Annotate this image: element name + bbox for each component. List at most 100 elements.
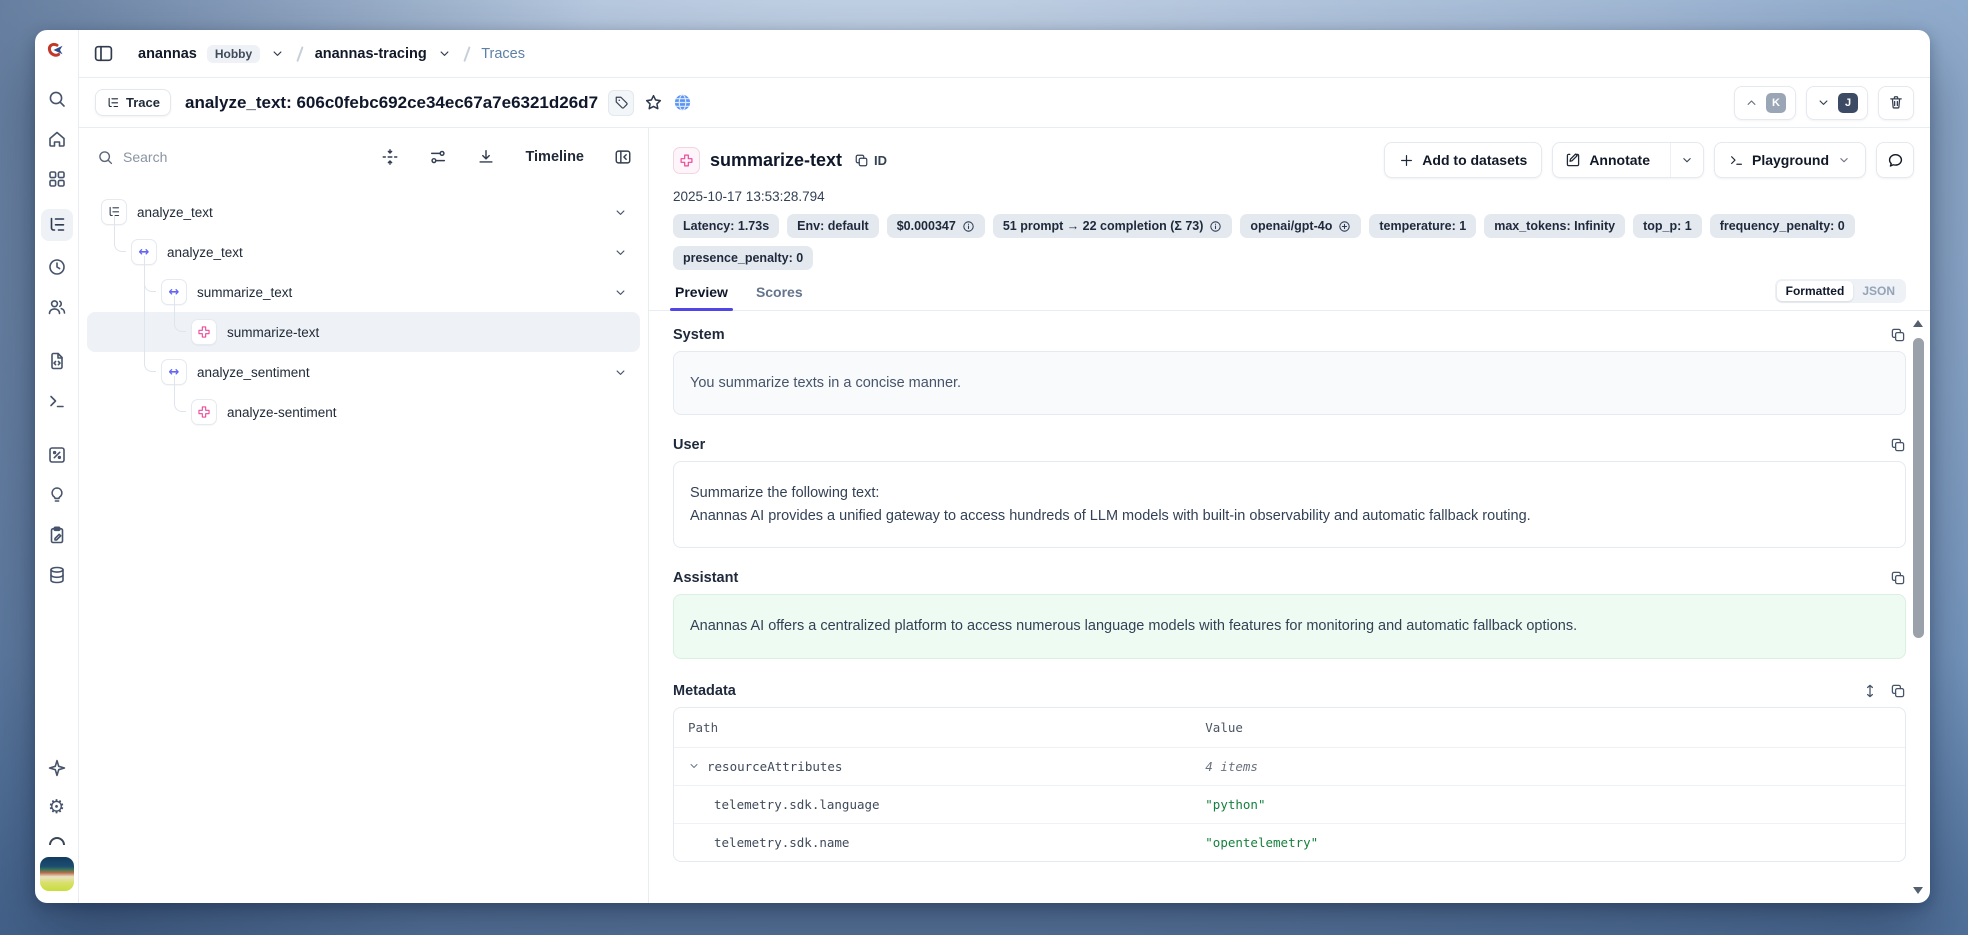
sessions-clock-icon[interactable] <box>47 257 67 277</box>
public-globe-icon[interactable] <box>673 93 692 112</box>
section-title: System <box>673 327 725 343</box>
user-message-box: Summarize the following text: Anannas AI… <box>673 461 1906 548</box>
main-area: anannas Hobby anannas-tracing Traces Tra… <box>79 30 1930 903</box>
user-avatar[interactable] <box>40 857 74 891</box>
model-badge[interactable]: openai/gpt-4o <box>1240 214 1361 238</box>
playground-terminal-icon[interactable] <box>47 391 67 411</box>
project-chevron-down-icon[interactable] <box>437 46 452 61</box>
copy-icon[interactable] <box>1890 570 1906 586</box>
tree-search[interactable] <box>97 149 351 166</box>
chevron-down-icon[interactable] <box>613 245 640 260</box>
tree-node-generation-selected[interactable]: summarize-text <box>87 312 640 352</box>
col-value-header: Value <box>1205 720 1243 735</box>
breadcrumb-project[interactable]: anannas-tracing <box>315 46 427 62</box>
download-icon[interactable] <box>477 148 495 166</box>
breadcrumb-divider <box>296 46 303 62</box>
chevron-down-icon[interactable] <box>613 285 640 300</box>
section-title: Assistant <box>673 570 738 586</box>
dashboard-grid-icon[interactable] <box>47 169 67 189</box>
chevron-down-icon[interactable] <box>613 365 640 380</box>
generation-icon <box>191 399 217 425</box>
add-to-datasets-button[interactable]: Add to datasets <box>1384 142 1542 178</box>
tree-node-label: analyze_sentiment <box>197 365 310 380</box>
tracing-tree-icon[interactable] <box>41 209 73 241</box>
copy-icon[interactable] <box>1890 437 1906 453</box>
cost-badge[interactable]: $0.000347 <box>887 214 985 238</box>
tree-node-span[interactable]: ↔ analyze_text <box>87 232 640 272</box>
format-formatted-option[interactable]: Formatted <box>1777 281 1854 301</box>
tab-preview[interactable]: Preview <box>673 276 730 310</box>
annotate-button[interactable]: Annotate <box>1553 143 1662 177</box>
span-icon: ↔ <box>161 279 187 305</box>
playground-button[interactable]: Playground <box>1714 142 1866 178</box>
copy-icon[interactable] <box>1890 327 1906 343</box>
metadata-table: Path Value resourceAttributes 4 items te… <box>673 707 1906 862</box>
datasets-database-icon[interactable] <box>47 565 67 585</box>
org-chevron-down-icon[interactable] <box>270 46 285 61</box>
collapse-panel-icon[interactable] <box>614 148 632 166</box>
info-icon <box>1209 220 1222 233</box>
annotation-clipboard-icon[interactable] <box>47 525 67 545</box>
tree-node-span[interactable]: ↔ analyze_sentiment <box>87 352 640 392</box>
org-plan-badge: Hobby <box>207 45 260 63</box>
search-input[interactable] <box>123 149 283 165</box>
delete-trace-button[interactable] <box>1878 86 1914 120</box>
metadata-path: telemetry.sdk.language <box>714 797 880 812</box>
tree-node-generation[interactable]: analyze-sentiment <box>87 392 640 432</box>
users-icon[interactable] <box>47 297 67 317</box>
collapse-all-icon[interactable] <box>381 148 399 166</box>
metadata-row[interactable]: telemetry.sdk.name "opentelemetry" <box>674 823 1905 861</box>
scrollbar-down-arrow[interactable] <box>1913 887 1923 894</box>
generation-icon <box>191 319 217 345</box>
home-icon[interactable] <box>47 129 67 149</box>
span-icon: ↔ <box>131 239 157 265</box>
tree-node-span[interactable]: ↔ summarize_text <box>87 272 640 312</box>
sidebar-toggle-icon[interactable] <box>93 43 114 64</box>
tree-settings-sliders-icon[interactable] <box>429 148 447 166</box>
top-bar: anannas Hobby anannas-tracing Traces <box>79 30 1930 78</box>
token-usage-badge[interactable]: 51 prompt → 22 completion (Σ 73) <box>993 214 1233 238</box>
frequency-penalty-badge: frequency_penalty: 0 <box>1710 214 1855 238</box>
metadata-row[interactable]: telemetry.sdk.language "python" <box>674 785 1905 823</box>
tag-icon[interactable] <box>608 90 634 116</box>
metadata-row[interactable]: resourceAttributes 4 items <box>674 747 1905 785</box>
presence-penalty-badge: presence_penalty: 0 <box>673 246 813 270</box>
upgrade-sparkle-icon[interactable] <box>47 758 67 778</box>
prev-trace-button[interactable]: K <box>1734 86 1796 120</box>
chevron-down-icon[interactable] <box>688 760 700 772</box>
timeline-toggle[interactable]: Timeline <box>525 149 584 165</box>
breadcrumb-page-traces[interactable]: Traces <box>481 46 525 62</box>
collapsed-avatar-arc-icon <box>49 837 65 845</box>
copy-icon[interactable] <box>1890 683 1906 699</box>
experiments-percent-icon[interactable] <box>47 445 67 465</box>
breadcrumb-org[interactable]: anannas <box>138 46 197 62</box>
prompts-file-icon[interactable] <box>47 351 67 371</box>
detail-tabs: Preview Scores Formatted JSON <box>649 270 1930 311</box>
insights-lightbulb-icon[interactable] <box>47 485 67 505</box>
next-trace-button[interactable]: J <box>1806 86 1868 120</box>
copy-id-button[interactable]: ID <box>854 153 887 168</box>
tab-scores[interactable]: Scores <box>754 276 805 310</box>
generation-icon <box>673 147 700 174</box>
breadcrumb-divider <box>463 46 470 62</box>
scrollbar-up-arrow[interactable] <box>1913 320 1923 327</box>
comments-button[interactable] <box>1876 142 1914 178</box>
col-path-header: Path <box>688 720 1205 735</box>
next-kbd-hint: J <box>1838 93 1858 113</box>
scrollbar-thumb[interactable] <box>1913 338 1924 638</box>
expand-icon[interactable] <box>1862 683 1878 699</box>
annotate-dropdown-chevron[interactable] <box>1670 143 1703 177</box>
tree-node-label: analyze_text <box>137 205 213 220</box>
tree-node-trace-root[interactable]: analyze_text <box>87 192 640 232</box>
max-tokens-badge: max_tokens: Infinity <box>1484 214 1625 238</box>
search-icon[interactable] <box>47 89 67 109</box>
chevron-down-icon[interactable] <box>613 205 640 220</box>
metadata-value: "python" <box>1205 797 1265 812</box>
annotate-split-button: Annotate <box>1552 142 1704 178</box>
user-message-line: Anannas AI provides a unified gateway to… <box>690 505 1889 527</box>
settings-gear-icon[interactable]: ⚙ <box>48 798 65 817</box>
format-json-option[interactable]: JSON <box>1853 281 1904 301</box>
span-icon: ↔ <box>161 359 187 385</box>
chevron-up-icon <box>1744 95 1759 110</box>
bookmark-star-icon[interactable] <box>644 93 663 112</box>
